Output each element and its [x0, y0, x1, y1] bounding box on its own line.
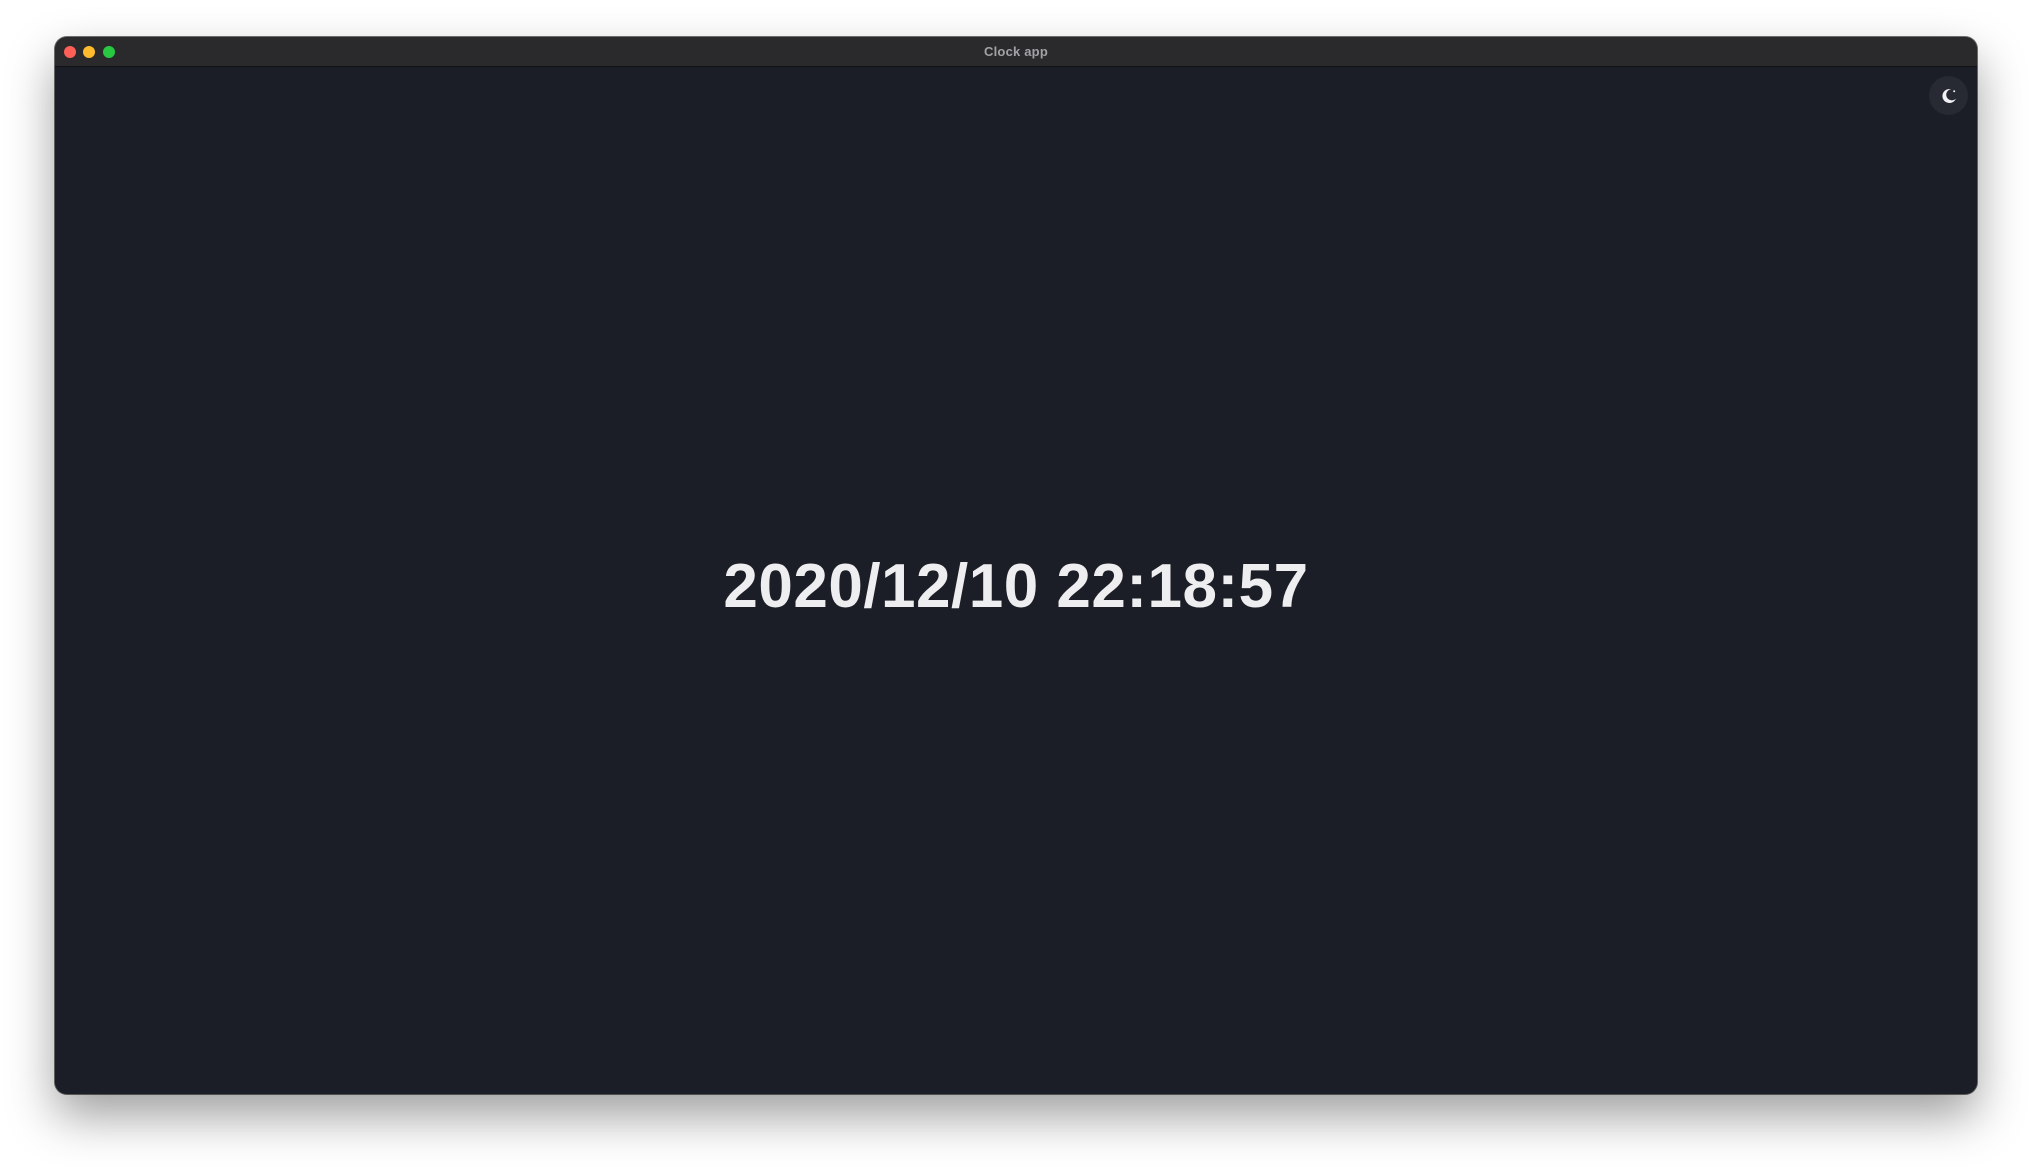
moon-icon — [1940, 87, 1958, 105]
app-window: Clock app 2020/12/10 22:18:57 — [55, 37, 1977, 1094]
title-bar: Clock app — [55, 37, 1977, 67]
window-title: Clock app — [984, 44, 1048, 59]
theme-toggle-button[interactable] — [1929, 76, 1968, 115]
clock-display: 2020/12/10 22:18:57 — [723, 552, 1309, 621]
clock-view: 2020/12/10 22:18:57 — [55, 67, 1977, 1094]
